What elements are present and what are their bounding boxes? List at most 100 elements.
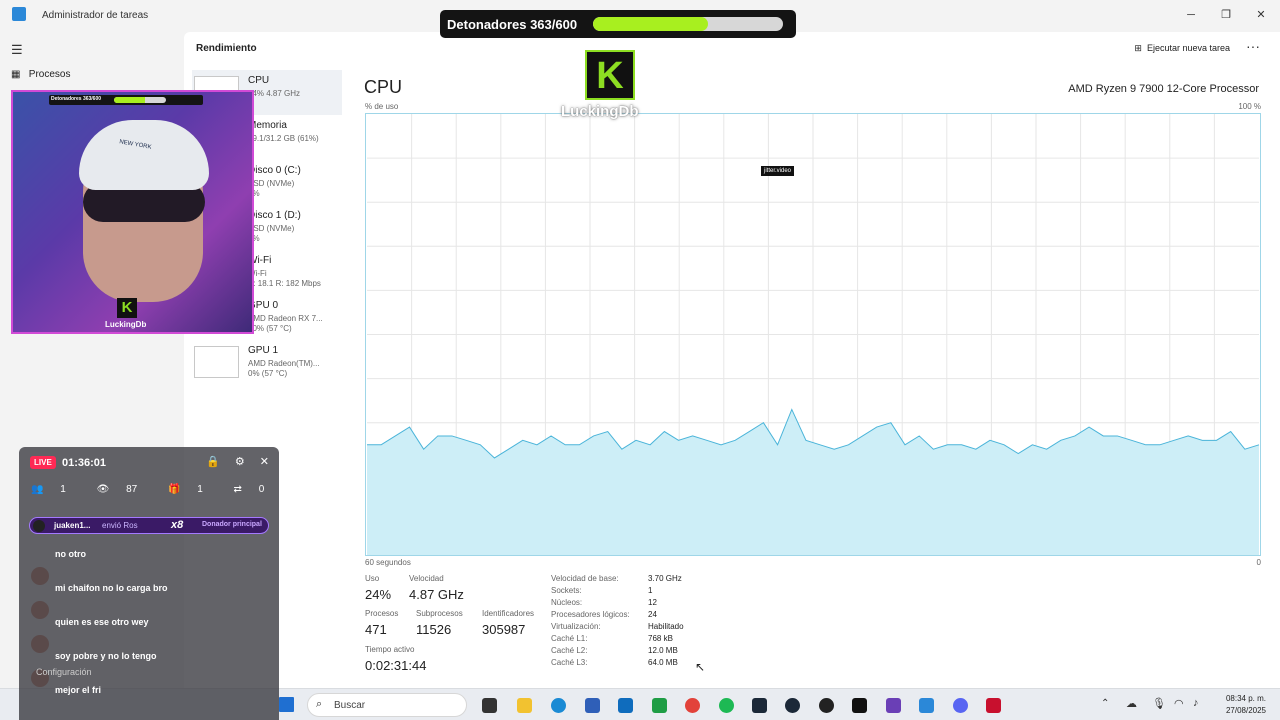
edge-icon[interactable] bbox=[551, 698, 566, 713]
spec-label: Caché L2: bbox=[551, 646, 588, 655]
chat-message: mi chaifon no lo carga bro bbox=[31, 567, 267, 613]
goal-progress-fill bbox=[593, 17, 708, 31]
live-stats: 👥 1 👁 87 🎁 1 ⇄ 0 ♡ 7,550 bbox=[31, 484, 374, 495]
spec-label: Velocidad de base: bbox=[551, 574, 619, 583]
handles-label: Identificadores bbox=[482, 609, 535, 618]
taskbar-clock[interactable]: 08:34 p. m. 27/08/2025 bbox=[1226, 693, 1266, 717]
heart-icon: ♡ bbox=[295, 484, 305, 495]
settings-icon[interactable]: ⚙ bbox=[235, 456, 245, 468]
cpu-usage-graph bbox=[365, 113, 1261, 556]
chrome-icon[interactable] bbox=[685, 698, 700, 713]
spec-value: 64.0 MB bbox=[648, 658, 678, 667]
twitch-icon[interactable] bbox=[886, 698, 901, 713]
donor-tag: Donador principal bbox=[202, 521, 262, 528]
steam-icon[interactable] bbox=[785, 698, 800, 713]
cpu-title: CPU bbox=[364, 77, 403, 97]
spec-value: 768 kB bbox=[648, 634, 673, 643]
spec-value: Habilitado bbox=[648, 622, 684, 631]
views-count: 87 bbox=[126, 484, 138, 495]
processes-value: 471 bbox=[365, 622, 387, 637]
donor-avatar bbox=[33, 520, 45, 532]
perf-item-detail: 19.1/31.2 GB (61%) bbox=[248, 134, 319, 143]
goal-text: Detonadores 363/600 bbox=[447, 17, 578, 32]
terminal-icon[interactable] bbox=[752, 698, 767, 713]
donor-user: juaken1... bbox=[54, 521, 91, 530]
chat-message: no otro bbox=[31, 545, 267, 579]
cloud-icon[interactable]: ☁ bbox=[1126, 697, 1137, 710]
search-placeholder: Buscar bbox=[334, 700, 366, 711]
new-task-label: Ejecutar nueva tarea bbox=[1146, 43, 1230, 53]
spotify-icon[interactable] bbox=[719, 698, 734, 713]
streamer-name: LuckingDb bbox=[561, 103, 639, 120]
time-axis-label: 60 segundos bbox=[365, 558, 411, 567]
spec-label: Núcleos: bbox=[551, 598, 583, 607]
cam-kick-logo-icon: K bbox=[117, 298, 137, 318]
chat-avatar bbox=[31, 601, 49, 619]
perf-item-detail: AMD Radeon RX 7... bbox=[248, 314, 323, 323]
shares-stat: ⇄ 0 bbox=[234, 484, 279, 495]
store-icon[interactable] bbox=[585, 698, 600, 713]
chat-text: mejor el fri bbox=[55, 685, 102, 695]
viewers-stat: 👥 1 bbox=[31, 484, 80, 495]
chat-message: mejor el fri bbox=[31, 669, 267, 715]
clock-date: 27/08/2025 bbox=[1225, 706, 1266, 715]
perf-item-detail2: 30% (57 °C) bbox=[248, 324, 292, 333]
gifts-count: 1 bbox=[197, 484, 203, 495]
spec-label: Virtualización: bbox=[551, 622, 601, 631]
microphone-icon[interactable]: 🎙 bbox=[1152, 697, 1166, 710]
perf-item-detail2: E: 18.1 R: 182 Mbps bbox=[248, 279, 321, 288]
perf-item-gpu1[interactable]: GPU 1 AMD Radeon(TM)... 0% (57 °C) bbox=[192, 340, 342, 385]
uptime-label: Tiempo activo bbox=[365, 645, 415, 654]
close-button[interactable]: ✕ bbox=[1246, 4, 1276, 26]
hamburger-icon[interactable]: ☰ bbox=[11, 42, 23, 58]
cpu-model: AMD Ryzen 9 7900 12-Core Processor bbox=[1068, 83, 1259, 95]
file-explorer-icon[interactable] bbox=[517, 698, 532, 713]
cap-text: NEW YORK bbox=[118, 139, 152, 151]
spec-label: Sockets: bbox=[551, 586, 582, 595]
volume-icon[interactable]: ♪ bbox=[1193, 697, 1199, 709]
perf-item-name: Disco 0 (C:) bbox=[248, 165, 301, 176]
taskbar-search[interactable]: ⌕ Buscar bbox=[307, 693, 467, 717]
chat-text: mi chaifon no lo carga bro bbox=[55, 583, 168, 593]
kick-logo-icon: K bbox=[585, 50, 635, 100]
obs-icon[interactable] bbox=[819, 698, 834, 713]
nav-item-label: Procesos bbox=[28, 69, 71, 80]
nav-item-processes[interactable]: ▦ Procesos bbox=[11, 69, 70, 80]
lock-icon[interactable]: 🔒 bbox=[206, 456, 220, 468]
tiktok-icon[interactable] bbox=[852, 698, 867, 713]
page-title: Rendimiento bbox=[196, 43, 257, 54]
new-task-icon: ⊞ bbox=[1134, 43, 1142, 53]
nav-item-settings[interactable]: Configuración bbox=[36, 667, 92, 677]
spec-value: 1 bbox=[648, 586, 653, 595]
chat-text: no otro bbox=[55, 549, 86, 559]
cam-streamer-name: LuckingDb bbox=[105, 320, 147, 329]
perf-item-name: CPU bbox=[248, 75, 270, 86]
cam-goal-banner: Detonadores 363/600 bbox=[49, 95, 203, 105]
donation-row: juaken1... envió Ros x8 Donador principa… bbox=[29, 517, 269, 534]
start-icon[interactable] bbox=[279, 697, 294, 712]
perf-item-name: Disco 1 (D:) bbox=[248, 210, 301, 221]
close-icon[interactable]: ✕ bbox=[260, 456, 269, 468]
xbox-icon[interactable] bbox=[652, 698, 667, 713]
shares-count: 0 bbox=[258, 484, 265, 495]
likes-count: 7,550 bbox=[320, 484, 346, 495]
uptime-value: 0:02:31:44 bbox=[365, 658, 427, 673]
spec-value: 24 bbox=[648, 610, 657, 619]
task-view-icon[interactable] bbox=[482, 698, 497, 713]
streamer-cap: NEW YORK bbox=[79, 120, 209, 190]
chat-list: no otro mi chaifon no lo carga bro quien… bbox=[31, 545, 267, 715]
donation-goal-banner: Detonadores 363/600 bbox=[440, 10, 796, 38]
task-manager-taskbar-icon[interactable] bbox=[919, 698, 934, 713]
tray-chevron-icon[interactable]: ⌃ bbox=[1101, 698, 1109, 709]
maximize-button[interactable]: ❐ bbox=[1211, 4, 1241, 26]
more-options-button[interactable]: ··· bbox=[1246, 38, 1260, 54]
minimize-button[interactable]: ─ bbox=[1176, 4, 1206, 26]
processes-icon: ▦ bbox=[11, 69, 21, 80]
wifi-icon[interactable]: ◠ bbox=[1174, 697, 1184, 710]
outlook-icon[interactable] bbox=[618, 698, 633, 713]
cam-goal-text: Detonadores 363/600 bbox=[51, 96, 102, 102]
app-icon[interactable] bbox=[986, 698, 1001, 713]
new-task-button[interactable]: ⊞ Ejecutar nueva tarea bbox=[1134, 43, 1230, 54]
share-icon: ⇄ bbox=[233, 484, 242, 495]
discord-icon[interactable] bbox=[953, 698, 968, 713]
